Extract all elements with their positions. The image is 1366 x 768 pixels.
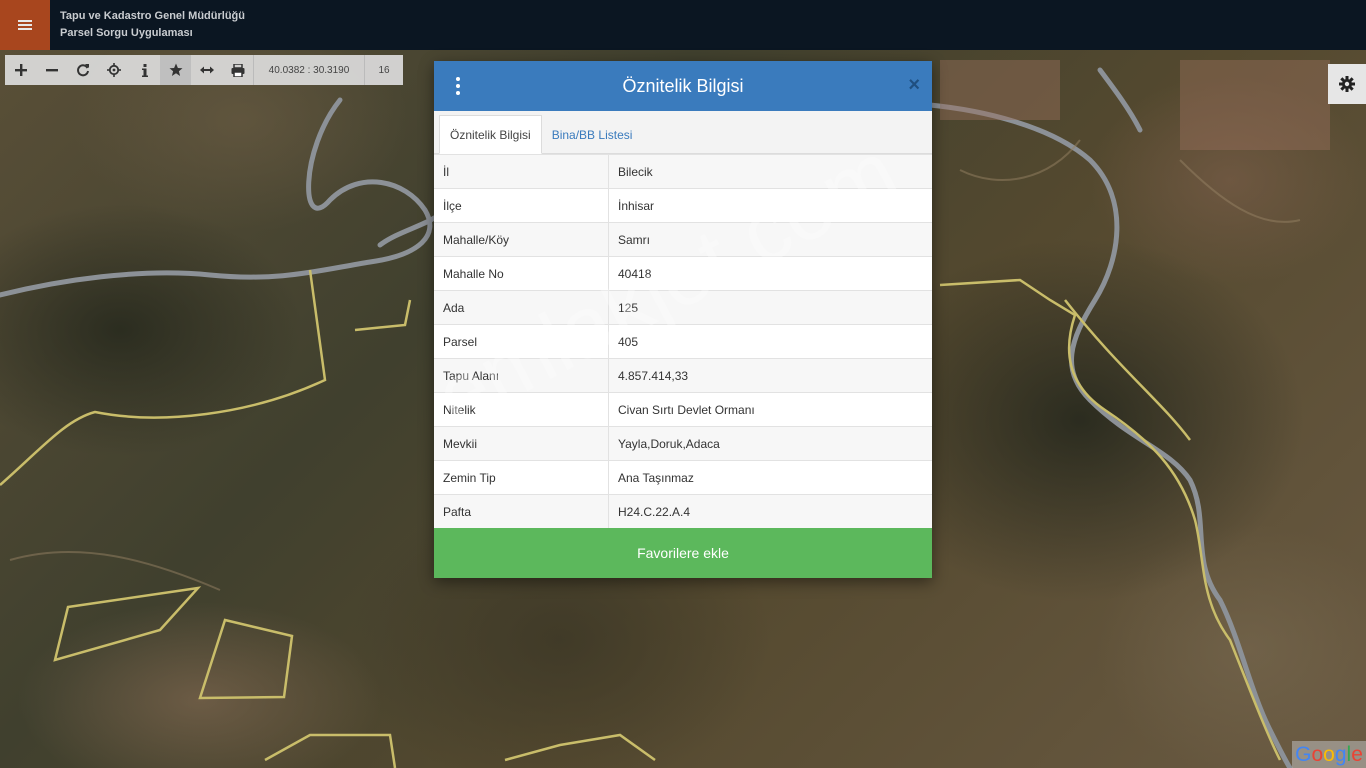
table-row: Mevkii Yayla,Doruk,Adaca	[434, 426, 932, 461]
attribute-value: Civan Sırtı Devlet Ormanı	[608, 392, 932, 427]
attribute-key: Pafta	[434, 494, 609, 528]
dialog-header: Öznitelik Bilgisi ×	[434, 61, 932, 111]
measure-button[interactable]	[191, 55, 222, 85]
favorites-button[interactable]	[160, 55, 191, 85]
star-icon	[169, 63, 182, 76]
attribute-key: Parsel	[434, 324, 609, 359]
attribute-value: Bilecik	[608, 154, 932, 189]
attribute-key: Tapu Alanı	[434, 358, 609, 393]
zoom-out-button[interactable]	[36, 55, 67, 85]
google-attribution-logo: Google	[1292, 741, 1366, 768]
attribute-value: 4.857.414,33	[608, 358, 932, 393]
table-row: Pafta H24.C.22.A.4	[434, 494, 932, 528]
table-row: Parsel 405	[434, 324, 932, 359]
locate-icon	[106, 63, 121, 77]
info-icon	[141, 63, 148, 77]
attribute-key: Ada	[434, 290, 609, 325]
print-button[interactable]	[222, 55, 253, 85]
attribute-key: Zemin Tip	[434, 460, 609, 495]
settings-button[interactable]	[1328, 64, 1366, 104]
refresh-icon	[76, 64, 89, 77]
table-row: Ada 125	[434, 290, 932, 325]
kebab-menu-icon[interactable]	[454, 77, 462, 95]
dialog-tabs: Öznitelik Bilgisi Bina/BB Listesi	[434, 111, 932, 154]
attribute-key: Mevkii	[434, 426, 609, 461]
tab-attribute-info[interactable]: Öznitelik Bilgisi	[439, 115, 542, 154]
attribute-value: Yayla,Doruk,Adaca	[608, 426, 932, 461]
close-button[interactable]: ×	[908, 75, 920, 95]
attribute-value: 125	[608, 290, 932, 325]
attribute-dialog: Öznitelik Bilgisi × Öznitelik Bilgisi Bi…	[434, 61, 932, 578]
table-row: Nitelik Civan Sırtı Devlet Ormanı	[434, 392, 932, 427]
attribute-value: 405	[608, 324, 932, 359]
attribute-value: Samrı	[608, 222, 932, 257]
coordinate-readout: 40.0382 : 30.3190	[253, 55, 364, 85]
info-button[interactable]	[129, 55, 160, 85]
attribute-value: 40418	[608, 256, 932, 291]
attribute-value: H24.C.22.A.4	[608, 494, 932, 528]
locate-button[interactable]	[98, 55, 129, 85]
table-row: Tapu Alanı 4.857.414,33	[434, 358, 932, 393]
table-row: Mahalle No 40418	[434, 256, 932, 291]
dialog-title: Öznitelik Bilgisi	[622, 75, 744, 96]
measure-icon	[199, 66, 214, 74]
attribute-value: Ana Taşınmaz	[608, 460, 932, 495]
zoom-level-readout: 16	[364, 55, 403, 85]
app-title-line1: Tapu ve Kadastro Genel Müdürlüğü	[60, 10, 245, 22]
app-title-line2: Parsel Sorgu Uygulaması	[60, 27, 193, 39]
tab-building-list[interactable]: Bina/BB Listesi	[542, 116, 643, 153]
print-icon	[231, 63, 244, 77]
refresh-button[interactable]	[67, 55, 98, 85]
attribute-table: İl Bilecik İlçe İnhisar Mahalle/Köy Samrı Maha…	[434, 154, 932, 528]
zoom-out-icon	[45, 69, 58, 72]
table-row: Mahalle/Köy Samrı	[434, 222, 932, 257]
app-title: Tapu ve Kadastro Genel Müdürlüğü Parsel …	[60, 8, 245, 42]
map-toolbar: 40.0382 : 30.3190 16	[5, 55, 403, 85]
zoom-in-button[interactable]	[5, 55, 36, 85]
attribute-key: Mahalle No	[434, 256, 609, 291]
attribute-key: İlçe	[434, 188, 609, 223]
attribute-value: İnhisar	[608, 188, 932, 223]
hamburger-icon	[18, 20, 32, 30]
village-area	[940, 60, 1330, 150]
app-header: Tapu ve Kadastro Genel Müdürlüğü Parsel …	[0, 0, 1366, 50]
attribute-key: Nitelik	[434, 392, 609, 427]
attribute-key: Mahalle/Köy	[434, 222, 609, 257]
table-row: İlçe İnhisar	[434, 188, 932, 223]
gear-icon	[1339, 76, 1355, 92]
menu-button[interactable]	[0, 0, 50, 50]
add-to-favorites-button[interactable]: Favorilere ekle	[434, 528, 932, 578]
table-row: Zemin Tip Ana Taşınmaz	[434, 460, 932, 495]
attribute-key: İl	[434, 154, 609, 189]
zoom-in-icon	[14, 64, 27, 76]
table-row: İl Bilecik	[434, 154, 932, 189]
